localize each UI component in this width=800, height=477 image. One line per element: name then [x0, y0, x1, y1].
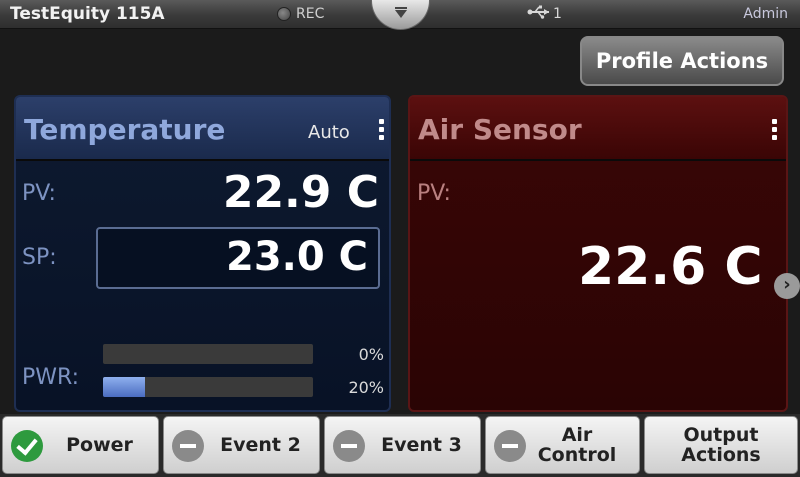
record-label: REC	[296, 6, 325, 22]
setpoint-field[interactable]: 23.0 C	[96, 227, 380, 289]
power-bar-2-fill	[103, 377, 145, 397]
pulldown-bar-icon	[395, 7, 407, 9]
record-icon	[277, 7, 291, 21]
bottom-toolbar: Power Event 2 Event 3 Air Control Output…	[0, 414, 800, 477]
power-bar-1	[103, 344, 313, 364]
event-2-label: Event 2	[220, 434, 301, 456]
air-sensor-pv-value: 22.6 C	[578, 237, 763, 297]
output-actions-label: Output Actions	[681, 424, 761, 466]
temperature-title: Temperature	[24, 113, 226, 146]
power-button[interactable]: Power	[2, 416, 159, 474]
event-3-label: Event 3	[381, 434, 462, 456]
temperature-panel-header: Temperature Auto	[16, 97, 389, 161]
air-control-label: Air Control	[537, 424, 617, 466]
power-bar-2	[103, 377, 313, 397]
temperature-pv-value: 22.9 C	[222, 167, 379, 218]
usb-count: 1	[553, 6, 562, 22]
usb-status: 1	[527, 5, 562, 23]
temperature-panel[interactable]: Temperature Auto PV: 22.9 C SP: 23.0 C P…	[14, 95, 391, 412]
check-circle-icon	[11, 430, 43, 462]
power-bar-1-percent: 0%	[358, 345, 384, 364]
pv-label: PV:	[417, 181, 451, 206]
chevron-down-icon	[394, 10, 407, 18]
record-indicator[interactable]: REC	[277, 6, 324, 22]
event-3-button[interactable]: Event 3	[324, 416, 481, 474]
more-options-icon[interactable]	[772, 119, 778, 143]
setpoint-value: 23.0 C	[226, 234, 368, 280]
status-bar: TestEquity 115A REC 1 Admin	[0, 0, 800, 30]
device-name: TestEquity 115A	[10, 4, 165, 24]
air-control-button[interactable]: Air Control	[485, 416, 640, 474]
pulldown-menu-tab[interactable]	[371, 0, 430, 30]
sp-label: SP:	[22, 245, 57, 270]
air-sensor-panel[interactable]: Air Sensor PV: 22.6 C	[408, 95, 788, 412]
profile-actions-button[interactable]: Profile Actions	[580, 36, 784, 86]
minus-circle-icon	[494, 430, 526, 462]
control-mode: Auto	[308, 122, 350, 143]
power-bar-2-percent: 20%	[348, 378, 384, 397]
minus-circle-icon	[333, 430, 365, 462]
pwr-label: PWR:	[22, 365, 80, 390]
output-actions-button[interactable]: Output Actions	[644, 416, 798, 474]
air-sensor-title: Air Sensor	[418, 113, 582, 146]
usb-icon	[527, 5, 551, 23]
user-login[interactable]: Admin	[743, 6, 788, 22]
pv-label: PV:	[22, 181, 56, 206]
minus-circle-icon	[172, 430, 204, 462]
more-options-icon[interactable]	[379, 119, 385, 143]
power-label: Power	[66, 434, 133, 456]
air-sensor-panel-header: Air Sensor	[410, 97, 786, 161]
event-2-button[interactable]: Event 2	[163, 416, 320, 474]
chevron-right-icon[interactable]: ›	[774, 273, 800, 299]
